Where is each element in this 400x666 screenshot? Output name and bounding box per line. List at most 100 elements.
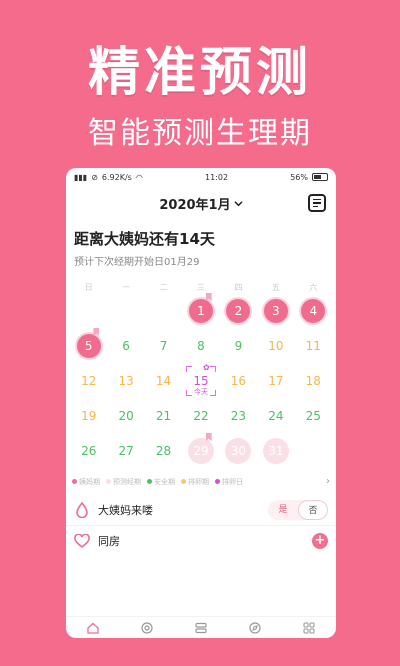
wifi-icon: ◠	[135, 172, 143, 182]
calendar-day[interactable]: ✿ 15 今天	[182, 363, 219, 398]
calendar-day[interactable]: 1	[182, 293, 219, 328]
period-toggle[interactable]: 是 否	[268, 500, 328, 520]
day-number: 23	[230, 408, 247, 423]
hero-subtitle: 智能预测生理期	[88, 116, 312, 151]
calendar-day[interactable]: 14	[145, 363, 182, 398]
weekday-label: 四	[234, 283, 243, 292]
legend-item: 姨妈期	[72, 477, 100, 487]
calendar-day[interactable]: 18	[295, 363, 332, 398]
calendar-grid: 1 2 3 4 5 6 7 8 9 10 11 12 13 14 ✿ 15 今天 16 17 18 19 20 21 22 23…	[66, 293, 336, 468]
record-tab-icon[interactable]	[140, 621, 154, 635]
month-picker[interactable]: 2020年1月	[159, 194, 243, 213]
calendar-day[interactable]: 7	[145, 328, 182, 363]
day-number: 30	[225, 437, 252, 464]
weekday-label: 一	[122, 283, 131, 292]
chevron-right-icon[interactable]: ›	[326, 476, 330, 487]
countdown-text: 距离大姨妈还有14天	[74, 230, 215, 248]
calendar-day[interactable]: 31	[257, 433, 294, 468]
legend-label: 预测经期	[113, 477, 141, 486]
calendar-day[interactable]: 8	[182, 328, 219, 363]
calendar-day[interactable]: 22	[182, 398, 219, 433]
day-number: 14	[155, 373, 172, 388]
legend-dot-icon	[147, 479, 152, 484]
day-number: 21	[155, 408, 172, 423]
weekday-label: 日	[84, 283, 93, 292]
clock: 11:02	[204, 172, 229, 182]
calendar-day[interactable]: 28	[145, 433, 182, 468]
day-number: 29	[187, 437, 214, 464]
battery-icon	[311, 173, 328, 181]
day-number: 11	[305, 338, 321, 353]
period-no-option[interactable]: 否	[298, 500, 328, 520]
no-sim-icon: ⊘	[91, 172, 98, 182]
notes-icon[interactable]	[308, 194, 326, 212]
calendar-day[interactable]: 19	[70, 398, 107, 433]
legend-label: 排卵期	[188, 477, 209, 486]
day-number: 10	[268, 338, 284, 353]
legend-label: 姨妈期	[79, 477, 100, 486]
stats-tab-icon[interactable]	[194, 621, 208, 635]
status-bar: ▮▮▮ ⊘ 6.92K/s ◠ 11:02 56%	[66, 168, 336, 186]
calendar-day[interactable]: 23	[220, 398, 257, 433]
weekday-label: 五	[271, 283, 280, 292]
legend-dot-icon	[106, 479, 111, 484]
calendar-day[interactable]: 3	[257, 293, 294, 328]
day-number: 9	[234, 338, 243, 353]
calendar-day[interactable]: 5	[70, 328, 107, 363]
legend-item: 排卵日	[215, 477, 243, 487]
day-number: 31	[262, 437, 289, 464]
day-number: 4	[299, 296, 328, 325]
day-number: 7	[159, 338, 168, 353]
calendar-empty	[145, 293, 182, 328]
period-row: 大姨妈来喽 是 否	[66, 495, 336, 525]
month-label: 2020年1月	[159, 197, 231, 213]
legend-dot-icon	[181, 479, 186, 484]
legend-dot-icon	[72, 479, 77, 484]
day-number: 1	[186, 296, 215, 325]
today-label: 今天	[193, 388, 208, 396]
calendar-day[interactable]: 26	[70, 433, 107, 468]
day-number: 28	[155, 443, 172, 458]
legend-label: 排卵日	[222, 477, 243, 486]
tab-bar	[66, 616, 336, 638]
weekday-label: 二	[159, 283, 168, 292]
calendar-day[interactable]: 13	[107, 363, 144, 398]
legend-dot-icon	[215, 479, 220, 484]
calendar-day[interactable]: 10	[257, 328, 294, 363]
calendar-day[interactable]: 29	[182, 433, 219, 468]
next-period-text: 预计下次经期开始日01月29	[74, 257, 200, 268]
calendar-day[interactable]: 2	[220, 293, 257, 328]
day-number: 19	[81, 408, 97, 423]
battery-level: 56%	[290, 172, 308, 182]
heart-icon	[74, 533, 90, 548]
home-tab-icon[interactable]	[86, 621, 100, 635]
period-yes-option[interactable]: 是	[268, 500, 298, 520]
calendar-day[interactable]: 16	[220, 363, 257, 398]
calendar-day[interactable]: 24	[257, 398, 294, 433]
day-number: 27	[118, 443, 134, 458]
calendar-day[interactable]: 21	[145, 398, 182, 433]
calendar-day[interactable]: 17	[257, 363, 294, 398]
network-speed: 6.92K/s	[101, 172, 132, 182]
day-number: 18	[305, 373, 321, 388]
calendar-day[interactable]: 25	[295, 398, 332, 433]
discover-tab-icon[interactable]	[248, 621, 262, 635]
period-row-label: 大姨妈来喽	[98, 504, 153, 517]
signal-icon: ▮▮▮	[74, 172, 88, 182]
calendar-day[interactable]: 12	[70, 363, 107, 398]
calendar-day[interactable]: 6	[107, 328, 144, 363]
add-button[interactable]: +	[312, 532, 328, 549]
legend-item: 排卵期	[181, 477, 209, 487]
calendar-day[interactable]: 9	[220, 328, 257, 363]
calendar-day[interactable]: 30	[220, 433, 257, 468]
calendar-day[interactable]: 4	[295, 293, 332, 328]
calendar-day[interactable]: 27	[107, 433, 144, 468]
more-tab-icon[interactable]	[302, 621, 316, 635]
legend-label: 安全期	[154, 477, 175, 486]
phone-screen: ▮▮▮ ⊘ 6.92K/s ◠ 11:02 56% 2020年1月 距离大姨妈还…	[66, 168, 336, 638]
calendar-empty	[70, 293, 107, 328]
day-number: 13	[118, 373, 134, 388]
calendar-day[interactable]: 11	[295, 328, 332, 363]
day-number: 17	[268, 373, 284, 388]
calendar-day[interactable]: 20	[107, 398, 144, 433]
